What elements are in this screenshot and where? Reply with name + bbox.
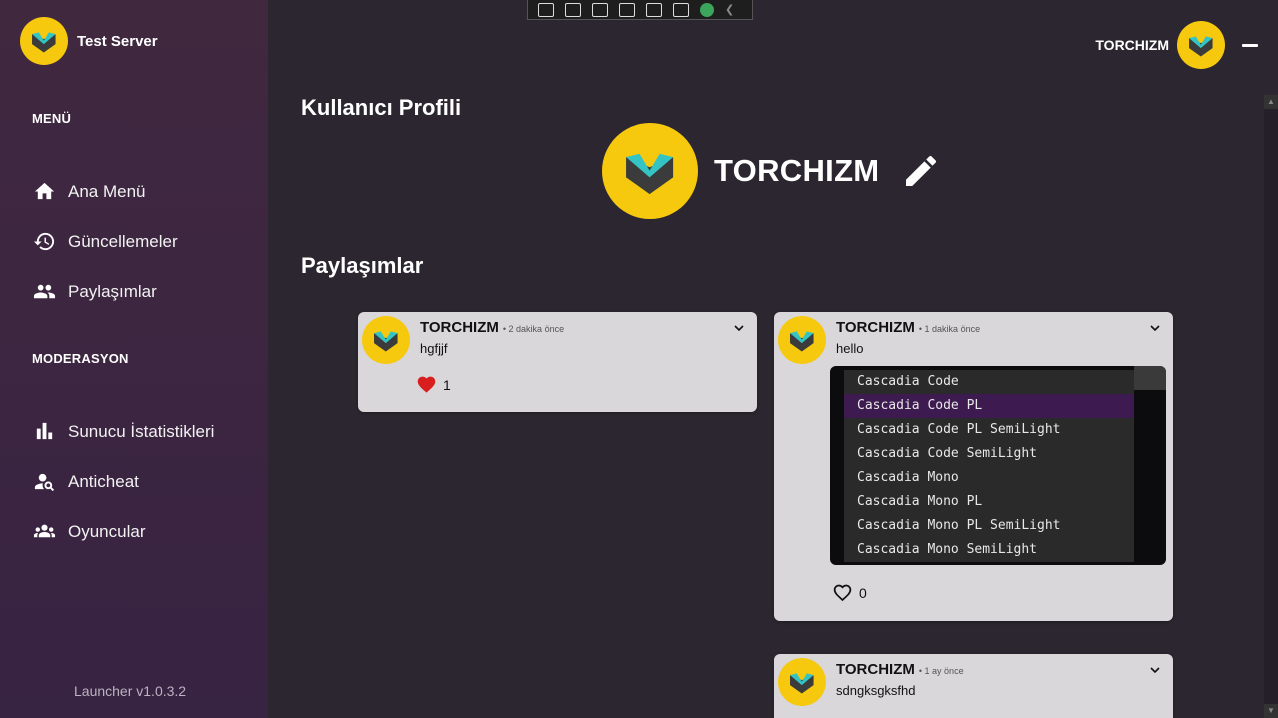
sidebar-item-label: Paylaşımlar: [68, 281, 157, 301]
sidebar-item-server-stats[interactable]: Sunucu İstatistikleri: [32, 419, 214, 444]
post-author[interactable]: TORCHIZM: [420, 319, 499, 336]
debug-toolbar: ❮: [527, 0, 753, 20]
group-icon: [32, 519, 57, 544]
history-icon: [32, 229, 57, 254]
sidebar-item-posts[interactable]: Paylaşımlar: [32, 279, 157, 304]
moderation-section-title: MODERASYON: [32, 351, 129, 366]
chevron-down-icon[interactable]: [1149, 664, 1161, 676]
post-avatar[interactable]: [778, 658, 826, 706]
scroll-down-icon[interactable]: ▼: [1264, 704, 1278, 718]
chevron-left-icon[interactable]: ❮: [725, 3, 741, 17]
post-text: hgfjjf: [420, 341, 448, 356]
inspect-icon[interactable]: [646, 2, 662, 17]
sidebar: Test Server MENÜ Ana Menü Güncellemeler …: [0, 0, 268, 718]
menu-section-title: MENÜ: [32, 111, 72, 126]
app-title: Test Server: [77, 32, 158, 50]
posts-section-title: Paylaşımlar: [301, 253, 424, 278]
font-list-item: Cascadia Code SemiLight: [857, 446, 1038, 461]
profile-header: TORCHIZM: [602, 123, 941, 219]
sidebar-item-label: Anticheat: [68, 471, 139, 491]
home-icon: [32, 179, 57, 204]
server-logo: [20, 17, 68, 65]
people-icon: [32, 279, 57, 304]
font-list-item: Cascadia Mono PL SemiLight: [857, 518, 1061, 533]
post-image[interactable]: Cascadia Code Cascadia Code PL Cascadia …: [830, 366, 1166, 565]
sidebar-item-anticheat[interactable]: Anticheat: [32, 469, 139, 494]
post-avatar[interactable]: [362, 316, 410, 364]
brand[interactable]: Test Server: [20, 17, 158, 65]
like-button[interactable]: 1: [416, 374, 451, 395]
font-list-item: Cascadia Code PL SemiLight: [857, 422, 1061, 437]
post-author[interactable]: TORCHIZM: [836, 319, 915, 336]
font-list-item: Cascadia Mono SemiLight: [857, 542, 1038, 557]
post-card: TORCHIZM • 1 dakika önce hello Cascadia C…: [774, 312, 1173, 621]
page-title: Kullanıcı Profili: [301, 95, 462, 120]
sidebar-item-label: Oyuncular: [68, 521, 146, 541]
post-author[interactable]: TORCHIZM: [836, 661, 915, 678]
post-time: • 1 ay önce: [918, 666, 964, 676]
post-header: TORCHIZM • 2 dakika önce hgfjjf: [362, 316, 564, 364]
main-scrollbar[interactable]: ▲ ▼: [1264, 95, 1278, 718]
post-time: • 2 dakika önce: [502, 324, 565, 334]
select-element-icon[interactable]: [538, 2, 554, 17]
post-card: TORCHIZM • 1 ay önce sdngksgksfhd: [774, 654, 1173, 718]
post-text: sdngksgksfhd: [836, 683, 916, 698]
like-count: 1: [443, 376, 451, 393]
sidebar-item-updates[interactable]: Güncellemeler: [32, 229, 178, 254]
like-button[interactable]: 0: [832, 582, 867, 603]
top-user-area: TORCHIZM: [1095, 21, 1258, 69]
minimize-button[interactable]: [1242, 43, 1258, 47]
sidebar-item-players[interactable]: Oyuncular: [32, 519, 145, 544]
post-text: hello: [836, 341, 864, 356]
font-list-item: Cascadia Code: [857, 374, 959, 389]
username[interactable]: TORCHIZM: [1095, 37, 1169, 53]
chevron-down-icon[interactable]: [1149, 322, 1161, 334]
bar-chart-icon: [32, 419, 57, 444]
sidebar-item-home[interactable]: Ana Menü: [32, 179, 146, 204]
check-icon[interactable]: [700, 2, 714, 17]
like-count: 0: [859, 584, 867, 601]
sidebar-item-label: Ana Menü: [68, 181, 146, 201]
pointer-icon[interactable]: [592, 2, 608, 17]
profile-avatar: [602, 123, 698, 219]
post-header: TORCHIZM • 1 dakika önce hello: [778, 316, 980, 364]
frame-icon[interactable]: [619, 2, 635, 17]
font-list-item: Cascadia Mono PL: [857, 494, 983, 509]
profile-name: TORCHIZM: [714, 153, 880, 188]
sidebar-item-label: Sunucu İstatistikleri: [68, 421, 215, 441]
post-card: TORCHIZM • 2 dakika önce hgfjjf 1: [358, 312, 757, 412]
record-icon[interactable]: [565, 2, 581, 17]
post-avatar[interactable]: [778, 316, 826, 364]
scroll-up-icon[interactable]: ▲: [1264, 95, 1278, 109]
font-list-item: Cascadia Mono: [857, 470, 959, 485]
hot-reload-icon[interactable]: [673, 2, 689, 17]
chevron-down-icon[interactable]: [733, 322, 745, 334]
image-scrollbar: [1134, 366, 1166, 390]
post-time: • 1 dakika önce: [918, 324, 981, 334]
edit-icon[interactable]: [901, 151, 941, 191]
sidebar-item-label: Güncellemeler: [68, 231, 178, 251]
heart-filled-icon: [417, 376, 436, 393]
heart-outline-icon: [833, 584, 852, 602]
launcher-version: Launcher v1.0.3.2: [74, 683, 187, 699]
font-list-item-selected: Cascadia Code PL: [844, 394, 1134, 418]
font-list: Cascadia Code Cascadia Code PL Cascadia …: [844, 370, 1134, 562]
post-header: TORCHIZM • 1 ay önce sdngksgksfhd: [778, 658, 964, 706]
avatar[interactable]: [1177, 21, 1225, 69]
user-search-icon: [32, 469, 57, 494]
